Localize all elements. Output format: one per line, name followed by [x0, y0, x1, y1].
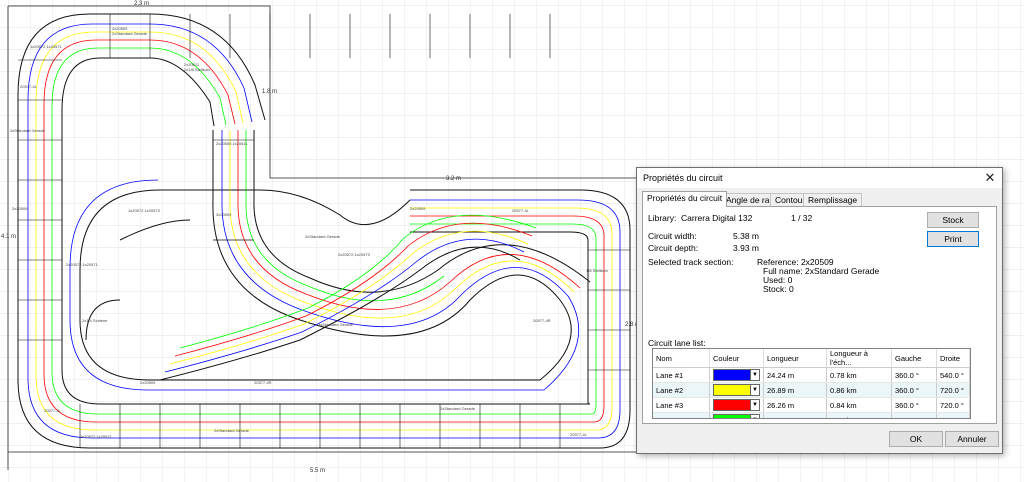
chevron-down-icon[interactable]: ▼	[751, 414, 760, 418]
piece-label: 3xStandard Gerade	[318, 322, 354, 327]
piece-label: 3x20509	[216, 212, 232, 217]
piece-label: 2xStandard Gerade	[10, 128, 46, 133]
piece-label: 2xStandard Gerade	[305, 234, 341, 239]
lane-name: Lane #1	[653, 367, 710, 383]
col-length[interactable]: Longueur	[763, 349, 827, 368]
dim-right-upper: 1.8 m	[262, 89, 277, 95]
dim-top-width: 2.3 m	[134, 1, 149, 7]
depth-value: 3.93 m	[733, 243, 759, 253]
piece-label: 20577-4R	[254, 380, 272, 385]
lane-color-swatch[interactable]	[713, 399, 751, 411]
lane-color-cell[interactable]: ▼	[709, 367, 764, 383]
lane-row[interactable]: Lane #4 ▼23.31 m0.75 km360.0 °540.0 °	[653, 412, 970, 418]
tab-circuit-properties[interactable]: Propriétés du circuit	[642, 191, 728, 207]
lane-length: 24.24 m	[763, 367, 827, 383]
dialog-title: Propriétés du circuit	[643, 173, 723, 183]
piece-label: 2x20572,1x20573	[338, 252, 371, 257]
selected-section-label: Selected track section:	[648, 257, 734, 267]
chevron-down-icon[interactable]: ▼	[751, 369, 760, 381]
lane-color-cell[interactable]: ▼	[709, 382, 764, 398]
circuit-properties-dialog: Propriétés du circuit ✕ Propriétés du ci…	[636, 167, 1003, 454]
col-left[interactable]: Gauche	[891, 349, 937, 368]
dialog-titlebar[interactable]: Propriétés du circuit ✕	[637, 168, 1002, 188]
lane-right-angle: 720.0 °	[936, 382, 970, 398]
dim-step-width: 3.2 m	[446, 176, 461, 182]
library-value: Carrera Digital 132	[681, 213, 753, 223]
piece-label: 2x20509,1x20611	[216, 141, 248, 146]
library-label: Library:	[648, 213, 677, 223]
lane-color-swatch[interactable]	[713, 369, 751, 381]
lane-list-label: Circuit lane list:	[648, 338, 706, 348]
piece-label: 2x20509	[410, 206, 426, 211]
lane-length: 23.31 m	[763, 412, 827, 418]
lane-color-cell[interactable]: ▼	[709, 412, 764, 418]
piece-label: 2x1/4 Schiene	[82, 318, 108, 323]
lane-right-angle: 720.0 °	[936, 397, 970, 413]
stock-button[interactable]: Stock	[927, 212, 979, 228]
lane-row[interactable]: Lane #2 ▼ 26.89 m 0.86 km 360.0 ° 720.0 °	[653, 382, 970, 398]
lane-left-angle: 360.0 °	[891, 382, 937, 398]
col-color[interactable]: Couleur	[709, 349, 764, 368]
lane-name: Lane #3	[653, 397, 710, 413]
lane-color-swatch[interactable]	[713, 414, 751, 418]
piece-label: 2x1/8 Steilkurv	[184, 67, 210, 72]
lane-color-cell[interactable]: ▼	[709, 397, 764, 413]
close-icon[interactable]: ✕	[982, 170, 998, 186]
ok-button[interactable]: OK	[889, 431, 943, 447]
piece-label: 1/8 Steilkurv	[586, 268, 608, 273]
properties-panel: Library: Carrera Digital 132 1 / 32 Circ…	[642, 206, 997, 424]
lane-right-angle: 540.0 °	[936, 367, 970, 383]
piece-label: 2xStandard Gerade	[214, 428, 250, 433]
piece-label: 1x20572,1x20573	[128, 208, 161, 213]
chevron-down-icon[interactable]: ▼	[751, 399, 760, 411]
cancel-button[interactable]: Annuler	[945, 431, 999, 447]
piece-label: 20577-4L	[44, 408, 62, 413]
lane-row[interactable]: Lane #1 ▼ 24.24 m 0.78 km 360.0 ° 540.0 °	[653, 367, 970, 383]
lane-list[interactable]: Nom Couleur Longueur Longueur à l'éch...…	[652, 348, 971, 419]
piece-label: 20577-4R	[533, 318, 551, 323]
lane-scaled-length: 0.84 km	[826, 397, 892, 413]
dim-bottom-width: 5.5 m	[310, 468, 325, 474]
piece-label: 20577-4L	[570, 432, 588, 437]
lane-length: 26.89 m	[763, 382, 827, 398]
library-count: 1 / 32	[791, 213, 813, 223]
piece-label: 20577-4L	[512, 208, 530, 213]
width-label: Circuit width:	[648, 231, 697, 241]
piece-label: 1x20572,1x20571	[30, 44, 63, 49]
piece-label: 2x20509	[140, 380, 156, 385]
piece-label: 1x20572,1x20571	[80, 434, 113, 439]
lane-left-angle: 360.0 °	[891, 412, 937, 418]
lane-scaled-length: 0.86 km	[826, 382, 892, 398]
col-right[interactable]: Droite	[936, 349, 970, 368]
lane-length: 26.26 m	[763, 397, 827, 413]
chevron-down-icon[interactable]: ▼	[751, 384, 760, 396]
piece-label: 2xStandard Gerade	[440, 406, 476, 411]
lane-right-angle: 540.0 °	[936, 412, 970, 418]
col-scaled-length[interactable]: Longueur à l'éch...	[826, 349, 892, 368]
lane-color-swatch[interactable]	[713, 384, 751, 396]
tab-fill[interactable]: Remplissage	[803, 193, 863, 206]
col-name[interactable]: Nom	[653, 349, 710, 368]
width-value: 5.38 m	[733, 231, 759, 241]
print-button[interactable]: Print	[927, 231, 979, 247]
piece-label: 20577-4L	[20, 84, 38, 89]
lane-name: Lane #2	[653, 382, 710, 398]
lane-scaled-length: 0.75 km	[826, 412, 892, 418]
lane-name: Lane #4	[653, 412, 710, 418]
dim-left-height: 4.1 m	[1, 234, 16, 240]
stock-value: Stock: 0	[763, 284, 794, 294]
lane-scaled-length: 0.78 km	[826, 367, 892, 383]
piece-label: 2x20572,1x20571	[66, 262, 99, 267]
lane-left-angle: 360.0 °	[891, 397, 937, 413]
lane-left-angle: 360.0 °	[891, 367, 937, 383]
lane-row[interactable]: Lane #3 ▼ 26.26 m 0.84 km 360.0 ° 720.0 °	[653, 397, 970, 413]
piece-label: 2xStandard Gerade	[112, 31, 148, 36]
depth-label: Circuit depth:	[648, 243, 699, 253]
piece-label: 2x20509	[12, 206, 28, 211]
